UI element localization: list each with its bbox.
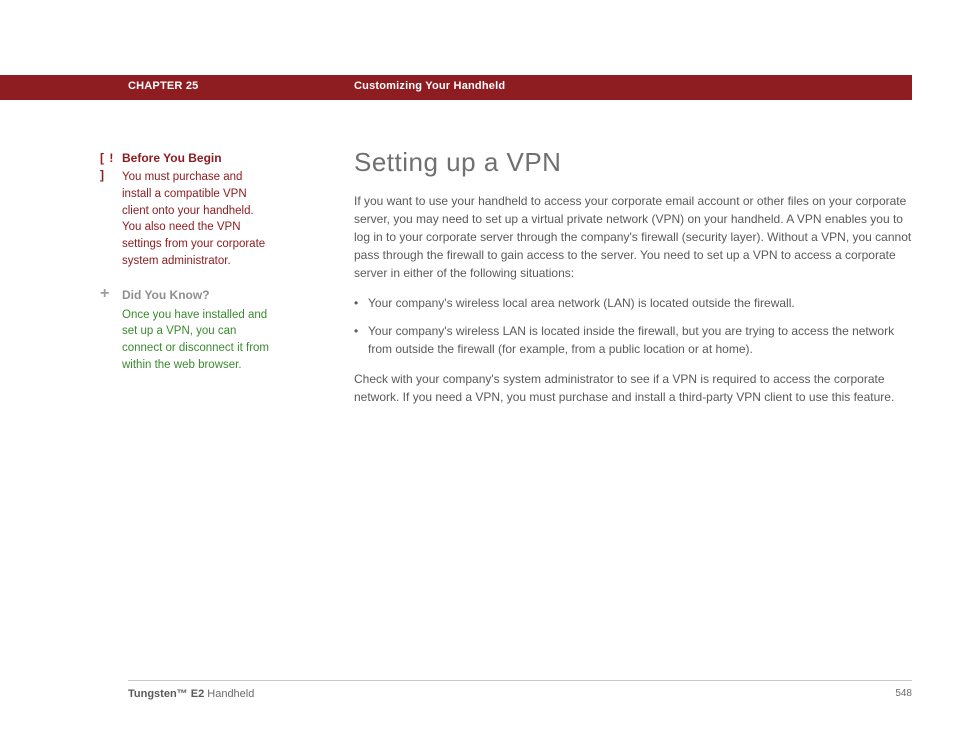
bullet-list: Your company's wireless local area netwo…	[354, 294, 914, 358]
list-item: Your company's wireless LAN is located i…	[354, 322, 914, 358]
document-page: CHAPTER 25 Customizing Your Handheld [ !…	[0, 0, 954, 738]
footer-product: Tungsten™ E2 Handheld	[128, 688, 254, 700]
outro-paragraph: Check with your company's system adminis…	[354, 370, 914, 406]
footer-rule	[128, 680, 912, 681]
list-item: Your company's wireless local area netwo…	[354, 294, 914, 312]
sidebar-before-content: Before You Begin You must purchase and i…	[122, 150, 270, 269]
header-chapter: CHAPTER 25	[128, 80, 198, 92]
sidebar-before-heading: Before You Begin	[122, 150, 270, 167]
sidebar-before-you-begin: [ ! ] Before You Begin You must purchase…	[100, 150, 270, 269]
intro-paragraph: If you want to use your handheld to acce…	[354, 192, 914, 282]
plus-icon: +	[100, 287, 122, 300]
footer-page-number: 548	[895, 688, 912, 699]
footer-product-rest: Handheld	[204, 688, 254, 700]
sidebar: [ ! ] Before You Begin You must purchase…	[100, 150, 270, 392]
header-title: Customizing Your Handheld	[354, 80, 505, 92]
footer-product-bold: Tungsten™ E2	[128, 688, 204, 700]
main-content: Setting up a VPN If you want to use your…	[354, 143, 914, 418]
page-heading: Setting up a VPN	[354, 143, 914, 182]
sidebar-before-body: You must purchase and install a compatib…	[122, 169, 270, 269]
sidebar-dyk-body: Once you have installed and set up a VPN…	[122, 307, 270, 374]
sidebar-dyk-content: Did You Know? Once you have installed an…	[122, 287, 270, 373]
sidebar-did-you-know: + Did You Know? Once you have installed …	[100, 287, 270, 373]
alert-icon: [ ! ]	[100, 150, 122, 185]
sidebar-dyk-heading: Did You Know?	[122, 287, 270, 304]
